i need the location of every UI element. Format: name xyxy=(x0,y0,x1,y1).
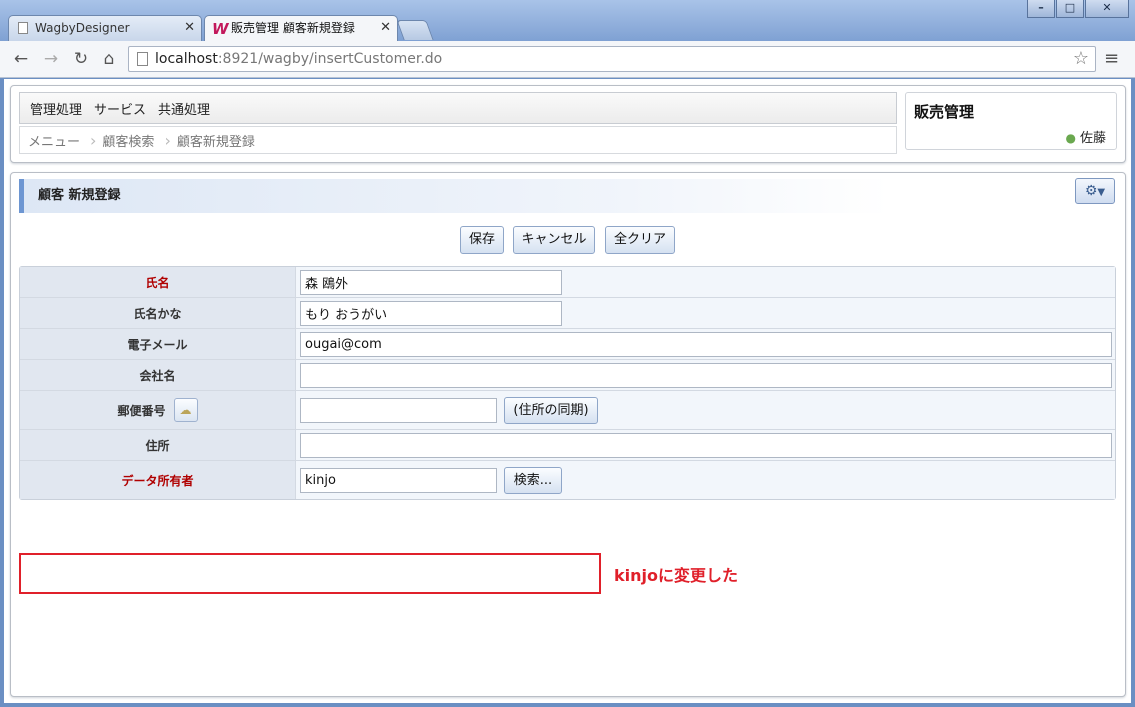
page-viewport: 管理処理 サービス 共通処理 メニュー › 顧客検索 › 顧客新規登録 販売管理… xyxy=(4,79,1131,703)
tab-title: WagbyDesigner xyxy=(35,21,130,35)
chevron-right-icon: › xyxy=(164,130,171,150)
data-owner-input[interactable] xyxy=(300,468,497,493)
name-input[interactable] xyxy=(300,270,562,295)
save-button[interactable]: 保存 xyxy=(460,226,504,254)
content-panel: 顧客 新規登録 ⚙▼ 保存 キャンセル 全クリア 氏名 氏名かな 電子メール xyxy=(10,172,1126,697)
email-value-cell xyxy=(296,329,1115,359)
address-sync-button[interactable]: (住所の同期) xyxy=(504,397,598,424)
main-menubar: 管理処理 サービス 共通処理 xyxy=(19,92,897,124)
postal-lookup-icon[interactable]: ☁ xyxy=(173,398,198,422)
name-value-cell xyxy=(296,267,1115,297)
tab-wagbydesigner[interactable]: WagbyDesigner ✕ xyxy=(8,15,202,41)
name-kana-label: 氏名かな xyxy=(20,298,296,328)
form-row-name: 氏名 xyxy=(20,267,1115,298)
menu-item-admin[interactable]: 管理処理 xyxy=(30,99,82,118)
name-kana-input[interactable] xyxy=(300,301,562,326)
company-value-cell xyxy=(296,360,1115,390)
bookmark-star-icon[interactable]: ☆ xyxy=(1073,47,1089,71)
close-window-button[interactable]: ✕ xyxy=(1085,0,1129,18)
hamburger-menu-icon[interactable]: ≡ xyxy=(1104,49,1119,69)
company-label: 会社名 xyxy=(20,360,296,390)
cancel-button[interactable]: キャンセル xyxy=(513,226,595,254)
back-arrow-icon[interactable]: ← xyxy=(10,48,32,70)
form-row-data-owner: データ所有者 検索... xyxy=(20,461,1115,499)
url-path: :8921/wagby/insertCustomer.do xyxy=(217,51,443,67)
postal-code-label: 郵便番号 xyxy=(117,403,166,418)
annotation-highlight-box xyxy=(19,553,601,594)
app-info-box: 販売管理 ● 佐藤 xyxy=(905,92,1117,150)
form-row-email: 電子メール xyxy=(20,329,1115,360)
close-icon[interactable]: ✕ xyxy=(184,16,195,40)
form-row-name-kana: 氏名かな xyxy=(20,298,1115,329)
data-owner-value-cell: 検索... xyxy=(296,461,1115,499)
address-label: 住所 xyxy=(20,430,296,460)
menu-item-service[interactable]: サービス xyxy=(94,99,146,118)
email-input[interactable] xyxy=(300,332,1112,357)
breadcrumb-menu[interactable]: メニュー xyxy=(28,131,80,150)
tab-title: 販売管理 顧客新規登録 xyxy=(231,21,355,35)
name-label: 氏名 xyxy=(20,267,296,297)
annotation-text: kinjoに変更した xyxy=(614,566,738,585)
home-icon[interactable]: ⌂ xyxy=(98,48,120,70)
reload-icon[interactable]: ↻ xyxy=(70,48,92,70)
forward-arrow-icon[interactable]: → xyxy=(40,48,62,70)
user-info: ● 佐藤 xyxy=(1066,127,1107,146)
caret-down-icon: ▼ xyxy=(1097,187,1106,198)
minimize-button[interactable]: – xyxy=(1027,0,1055,18)
chevron-right-icon: › xyxy=(90,130,97,150)
address-input[interactable] xyxy=(300,433,1112,458)
clear-all-button[interactable]: 全クリア xyxy=(605,226,675,254)
postal-code-value-cell: (住所の同期) xyxy=(296,391,1115,429)
postal-code-label-cell: 郵便番号 ☁ xyxy=(20,391,296,429)
close-icon[interactable]: ✕ xyxy=(380,16,391,40)
window-controls: – □ ✕ xyxy=(1026,0,1129,18)
name-kana-value-cell xyxy=(296,298,1115,328)
page-icon xyxy=(137,52,148,66)
user-icon: ● xyxy=(1065,131,1076,145)
section-title: 顧客 新規登録 xyxy=(19,179,889,213)
address-value-cell xyxy=(296,430,1115,460)
url-host: localhost xyxy=(155,51,218,67)
data-owner-label: データ所有者 xyxy=(20,461,296,499)
form-row-company: 会社名 xyxy=(20,360,1115,391)
browser-toolbar: ← → ↻ ⌂ localhost:8921/wagby/insertCusto… xyxy=(0,41,1135,78)
breadcrumb-customer-search[interactable]: 顧客検索 xyxy=(102,131,154,150)
data-owner-search-button[interactable]: 検索... xyxy=(504,467,562,494)
breadcrumb: メニュー › 顧客検索 › 顧客新規登録 xyxy=(19,126,897,154)
new-tab-button[interactable] xyxy=(396,20,434,40)
header-panel: 管理処理 サービス 共通処理 メニュー › 顧客検索 › 顧客新規登録 販売管理… xyxy=(10,85,1126,163)
tab-customer-register[interactable]: W 販売管理 顧客新規登録 ✕ xyxy=(204,15,398,42)
menu-item-common[interactable]: 共通処理 xyxy=(158,99,210,118)
email-label: 電子メール xyxy=(20,329,296,359)
company-input[interactable] xyxy=(300,363,1112,388)
settings-gear-button[interactable]: ⚙▼ xyxy=(1075,178,1115,204)
browser-titlebar: WagbyDesigner ✕ W 販売管理 顧客新規登録 ✕ – □ ✕ xyxy=(0,0,1135,42)
gear-icon: ⚙ xyxy=(1084,183,1098,199)
address-bar[interactable]: localhost:8921/wagby/insertCustomer.do ☆ xyxy=(128,46,1096,72)
form-row-postal-code: 郵便番号 ☁ (住所の同期) xyxy=(20,391,1115,430)
form-row-address: 住所 xyxy=(20,430,1115,461)
maximize-button[interactable]: □ xyxy=(1056,0,1084,18)
document-icon xyxy=(18,22,28,34)
wagby-logo-icon: W xyxy=(212,20,229,38)
breadcrumb-customer-register: 顧客新規登録 xyxy=(176,134,255,150)
app-title: 販売管理 xyxy=(914,103,975,121)
postal-code-input[interactable] xyxy=(300,398,497,423)
customer-form: 氏名 氏名かな 電子メール 会社名 xyxy=(19,266,1116,500)
user-name[interactable]: 佐藤 xyxy=(1080,131,1106,146)
